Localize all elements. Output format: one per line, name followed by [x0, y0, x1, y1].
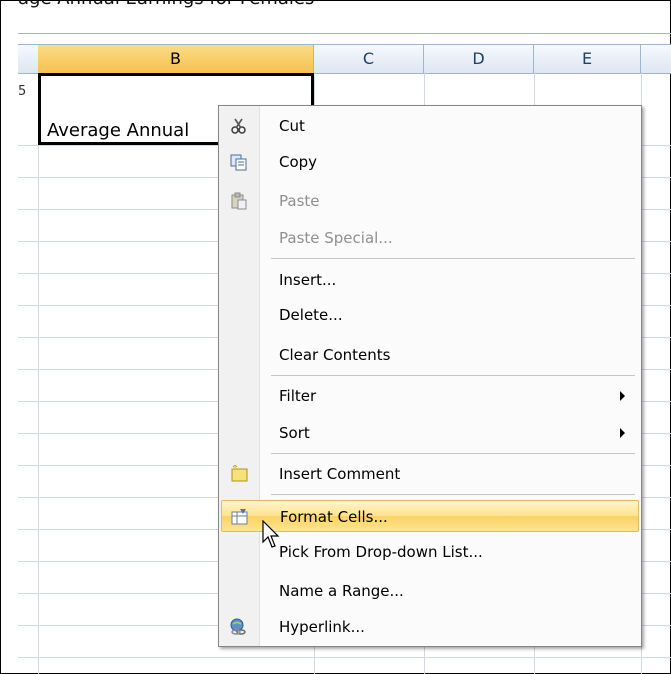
- formula-bar-divider: [18, 33, 671, 34]
- menu-item-hyperlink[interactable]: Hyperlink...: [221, 611, 639, 643]
- hyperlink-icon: [230, 618, 246, 635]
- comment-icon: [231, 465, 248, 482]
- cell-value: Average Annual: [47, 120, 190, 141]
- menu-item-label: Paste Special...: [279, 229, 393, 247]
- menu-separator: [271, 494, 635, 495]
- menu-item-copy[interactable]: Copy: [221, 146, 639, 178]
- column-header-row: B C D E: [18, 44, 671, 74]
- menu-item-label: Filter: [279, 387, 317, 405]
- menu-item-label: Copy: [279, 153, 318, 171]
- menu-item-label: Hyperlink...: [279, 618, 365, 636]
- menu-item-filter[interactable]: Filter: [221, 380, 639, 412]
- menu-item-label: Sort: [279, 424, 310, 442]
- menu-item-label: Insert...: [279, 271, 337, 289]
- menu-separator: [271, 453, 635, 454]
- menu-separator: [271, 375, 635, 376]
- column-header-c[interactable]: C: [314, 45, 424, 73]
- menu-item-label: Pick From Drop-down List...: [279, 543, 483, 561]
- gridline-row: [18, 657, 671, 658]
- context-menu: Cut Copy Paste Paste Special... Insert..…: [218, 105, 642, 647]
- column-header-d[interactable]: D: [424, 45, 534, 73]
- menu-item-name-range[interactable]: Name a Range...: [221, 575, 639, 607]
- paste-icon: [231, 192, 247, 210]
- menu-item-delete[interactable]: Delete...: [221, 299, 639, 331]
- menu-item-paste[interactable]: Paste: [221, 185, 639, 217]
- mouse-cursor-icon: [262, 520, 280, 548]
- submenu-arrow-icon: [620, 391, 625, 401]
- formula-bar-text: age Annual Earnings for Females: [18, 0, 314, 9]
- column-header-e[interactable]: E: [534, 45, 641, 73]
- menu-item-paste-special[interactable]: Paste Special...: [221, 222, 639, 254]
- submenu-arrow-icon: [620, 428, 625, 438]
- scissors-icon: [231, 118, 246, 134]
- formula-bar[interactable]: age Annual Earnings for Females: [18, 0, 671, 34]
- menu-item-label: Paste: [279, 192, 320, 210]
- menu-item-insert[interactable]: Insert...: [221, 264, 639, 296]
- menu-item-label: Insert Comment: [279, 465, 401, 483]
- menu-item-cut[interactable]: Cut: [221, 110, 639, 142]
- menu-item-label: Clear Contents: [279, 346, 391, 364]
- menu-item-insert-comment[interactable]: Insert Comment: [221, 458, 639, 490]
- menu-item-sort[interactable]: Sort: [221, 417, 639, 449]
- menu-item-label: Delete...: [279, 306, 343, 324]
- menu-item-clear-contents[interactable]: Clear Contents: [221, 339, 639, 371]
- copy-icon: [230, 154, 247, 171]
- column-header-b[interactable]: B: [38, 45, 314, 73]
- menu-item-label: Name a Range...: [279, 582, 404, 600]
- menu-separator: [271, 258, 635, 259]
- gridline-col: [38, 72, 39, 674]
- menu-item-label: Format Cells...: [280, 508, 388, 526]
- row-number-fragment: 5: [18, 84, 27, 99]
- format-cells-icon: [231, 509, 248, 525]
- menu-item-label: Cut: [279, 117, 305, 135]
